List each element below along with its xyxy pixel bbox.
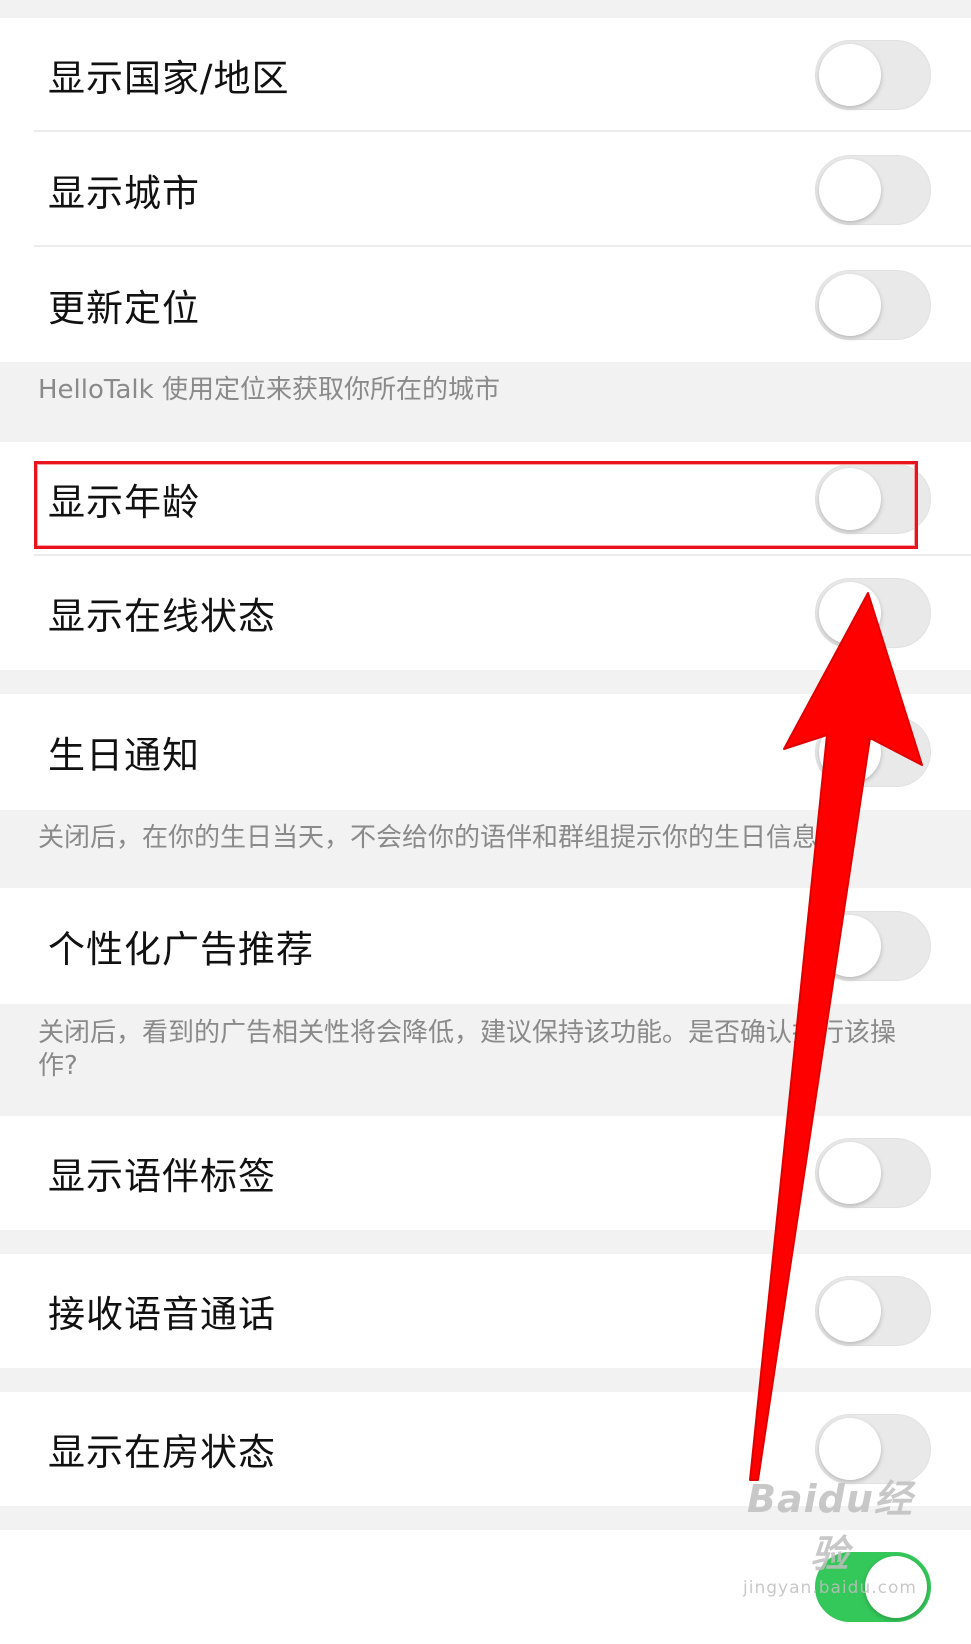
red-arrow-annotation	[749, 592, 923, 1481]
baidu-jingyan-watermark: Baidu经验 jingyan.baidu.com	[730, 1468, 930, 1598]
arrow-shape	[749, 592, 923, 1481]
watermark-brand: Baidu经验	[747, 1477, 913, 1576]
watermark-site: jingyan.baidu.com	[743, 1578, 917, 1598]
